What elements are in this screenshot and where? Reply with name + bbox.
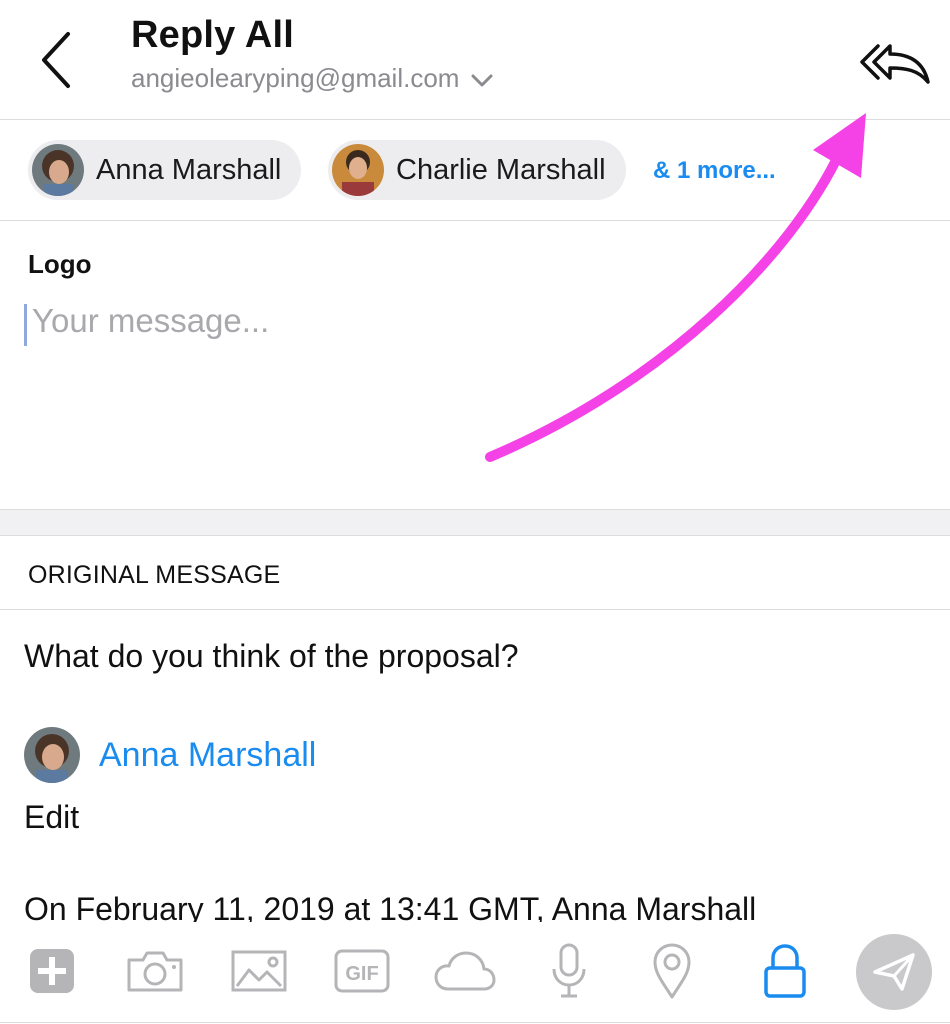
avatar <box>32 144 84 196</box>
signature-edit-text: Edit <box>24 799 80 835</box>
image-icon[interactable] <box>227 933 291 1009</box>
sender-name-link[interactable]: Anna Marshall <box>99 736 316 775</box>
camera-icon[interactable] <box>123 933 187 1009</box>
recipient-name: Charlie Marshall <box>396 153 606 186</box>
send-button[interactable] <box>856 934 932 1010</box>
bottom-divider <box>0 1022 950 1023</box>
original-header-divider <box>0 609 950 610</box>
lock-icon[interactable] <box>753 933 817 1009</box>
more-recipients-link[interactable]: & 1 more... <box>653 157 776 185</box>
account-email: angieolearyping@gmail.com <box>131 63 460 93</box>
add-icon[interactable] <box>20 933 84 1009</box>
section-separator <box>0 509 950 535</box>
gif-icon[interactable]: GIF <box>330 933 394 1009</box>
location-pin-icon[interactable] <box>640 933 704 1009</box>
recipient-chip-charlie[interactable]: Charlie Marshall <box>328 140 626 200</box>
account-selector[interactable]: angieolearyping@gmail.com <box>131 63 493 94</box>
recipient-name: Anna Marshall <box>96 153 282 186</box>
separator-bottom-line <box>0 535 950 536</box>
gif-label: GIF <box>345 963 378 985</box>
text-caret <box>24 304 27 346</box>
cloud-icon[interactable] <box>433 933 497 1009</box>
chevron-down-icon <box>471 74 493 86</box>
page-title: Reply All <box>131 14 294 56</box>
chevron-left-icon <box>42 32 70 88</box>
recipients-divider <box>0 220 950 221</box>
send-icon <box>873 953 915 991</box>
avatar <box>332 144 384 196</box>
microphone-icon[interactable] <box>537 933 601 1009</box>
message-input[interactable] <box>32 302 912 492</box>
original-message-header: ORIGINAL MESSAGE <box>28 561 281 589</box>
signature-label: Logo <box>28 249 92 279</box>
separator-top-line <box>0 509 950 510</box>
header-divider <box>0 119 950 120</box>
recipient-chip-anna[interactable]: Anna Marshall <box>28 140 302 200</box>
back-button[interactable] <box>28 22 88 102</box>
original-message-body: What do you think of the proposal? <box>24 638 519 674</box>
reply-all-icon[interactable] <box>856 40 932 86</box>
avatar <box>24 727 80 783</box>
